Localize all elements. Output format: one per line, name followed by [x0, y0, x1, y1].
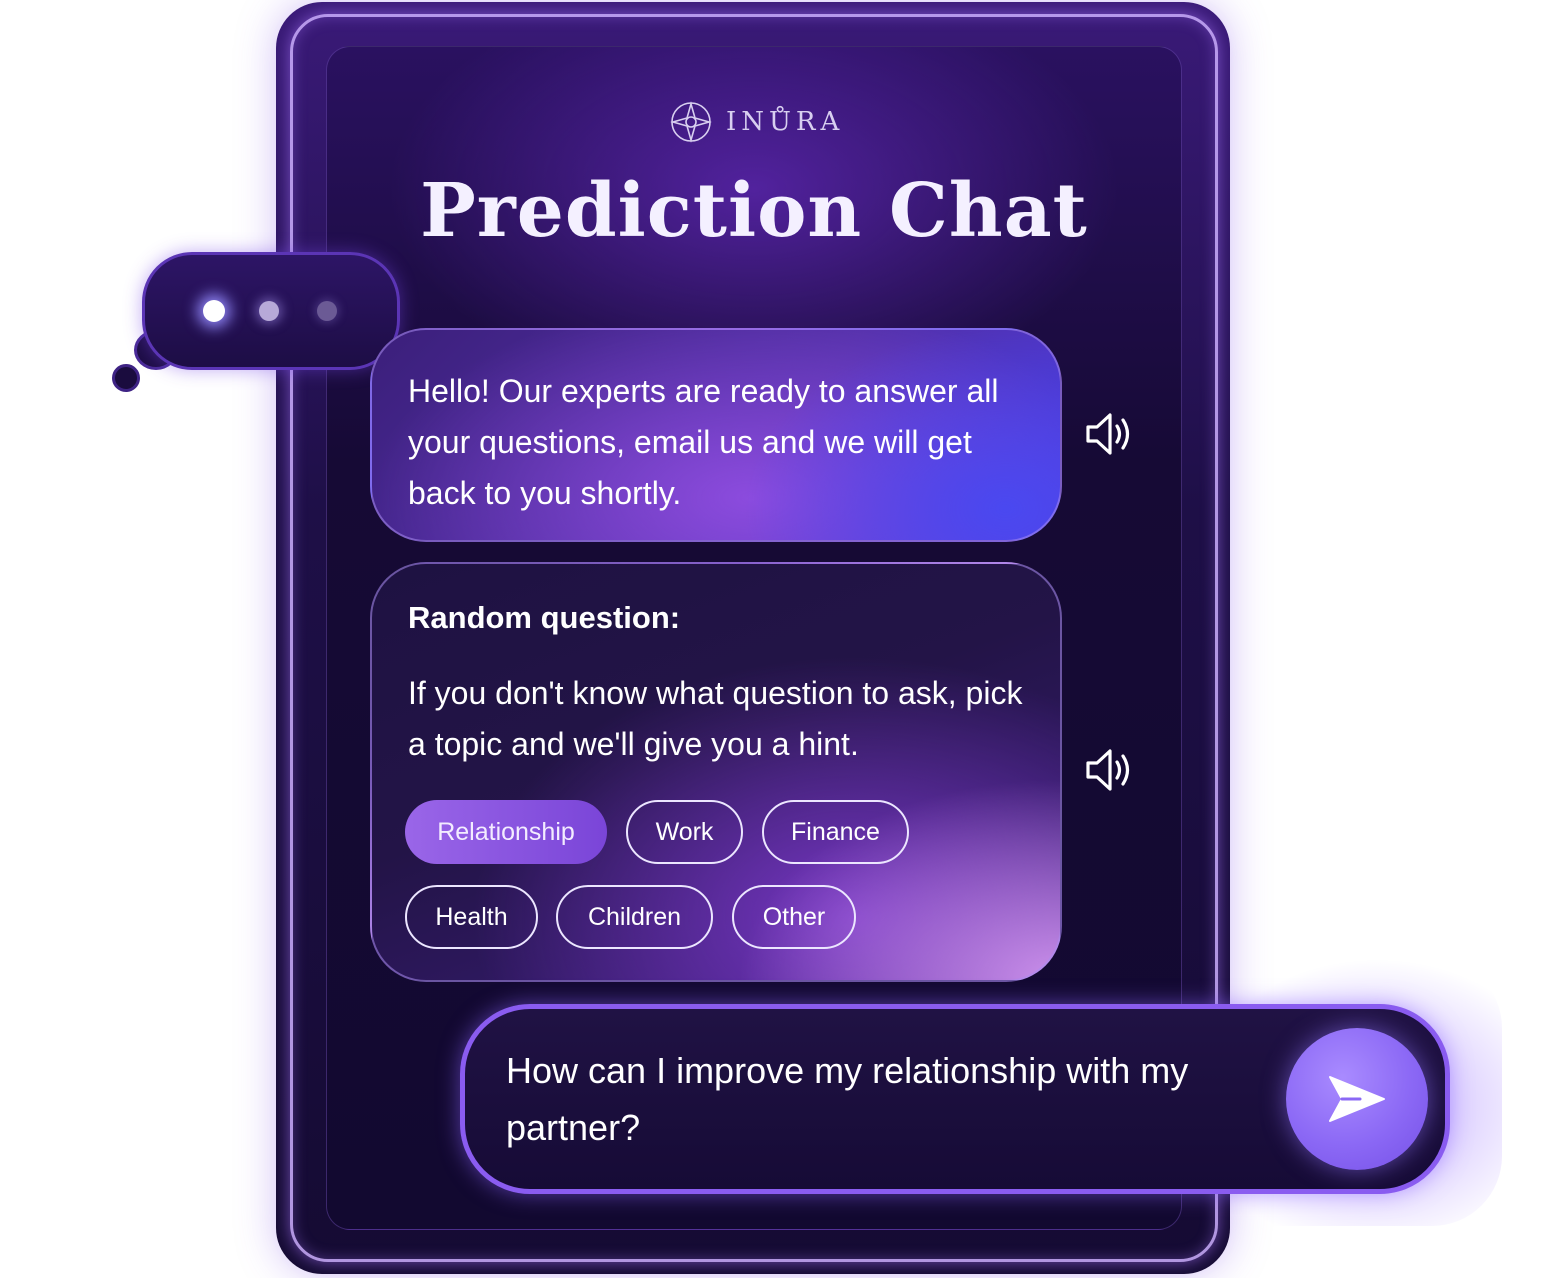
topic-chip-children[interactable]: Children: [556, 885, 713, 949]
random-question-heading: Random question:: [408, 600, 681, 635]
inura-logo-icon: [670, 101, 712, 143]
send-icon: [1329, 1076, 1385, 1122]
speaker-icon[interactable]: [1084, 410, 1136, 458]
typing-bubble-tail-small: [112, 364, 140, 392]
page-title: Prediction Chat: [420, 168, 1088, 254]
random-question-text: If you don't know what question to ask, …: [408, 675, 1023, 762]
topic-chip-relationship[interactable]: Relationship: [405, 800, 607, 864]
topic-chip-work[interactable]: Work: [626, 800, 743, 864]
topic-chip-health[interactable]: Health: [405, 885, 538, 949]
brand-name: INŮRA: [726, 107, 845, 137]
typing-dot-2: [259, 301, 279, 321]
brand: INŮRA: [670, 100, 844, 144]
typing-dot-1: [203, 300, 225, 322]
app-root: INŮRA Prediction Chat Hello! Our experts…: [0, 0, 1566, 1278]
topic-chip-finance[interactable]: Finance: [762, 800, 909, 864]
greeting-message-text: Hello! Our experts are ready to answer a…: [408, 373, 999, 511]
message-input-text[interactable]: How can I improve my relationship with m…: [506, 1042, 1206, 1156]
speaker-icon[interactable]: [1084, 746, 1136, 794]
greeting-message-bubble: Hello! Our experts are ready to answer a…: [370, 328, 1062, 542]
topic-chip-other[interactable]: Other: [732, 885, 856, 949]
typing-dot-3: [317, 301, 337, 321]
send-button[interactable]: [1286, 1028, 1428, 1170]
